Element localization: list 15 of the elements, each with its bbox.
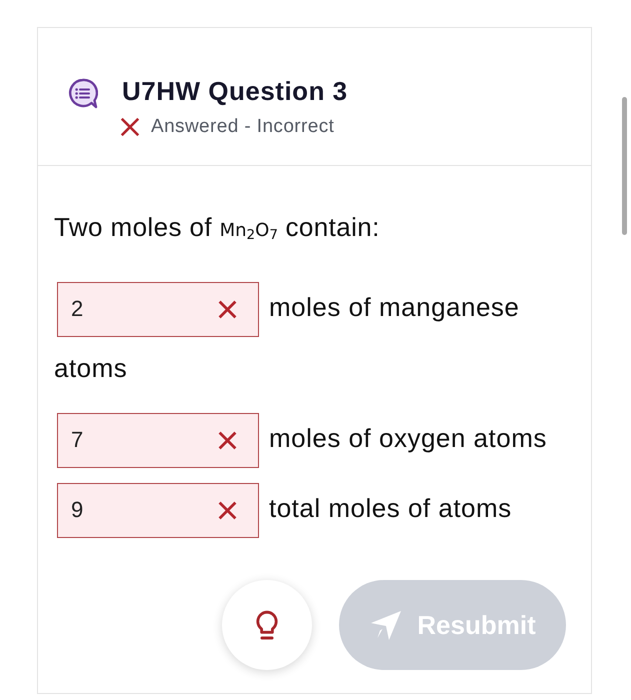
lightbulb-icon [255,610,279,640]
question-text: Two moles of Mn$_{2}$O$_{7}$ contain: [54,212,381,246]
fill-in-sentence: 9 total moles of atoms [54,478,571,539]
fill-in-sentence: 7 moles of oxygen atoms [54,408,571,469]
cross-icon [217,430,238,451]
scrollbar-thumb[interactable] [622,97,627,235]
answer-field[interactable]: 9 [57,482,259,538]
status-text: Answered - Incorrect [151,115,334,138]
cross-icon [217,500,238,521]
speech-bubble-icon [67,78,98,109]
paper-plane-icon [369,608,404,642]
answer-field[interactable]: 2 [57,282,259,337]
cross-icon [217,298,238,320]
answer-field[interactable]: 7 [57,412,259,468]
question-title: U7HW Question 3 [122,76,348,107]
